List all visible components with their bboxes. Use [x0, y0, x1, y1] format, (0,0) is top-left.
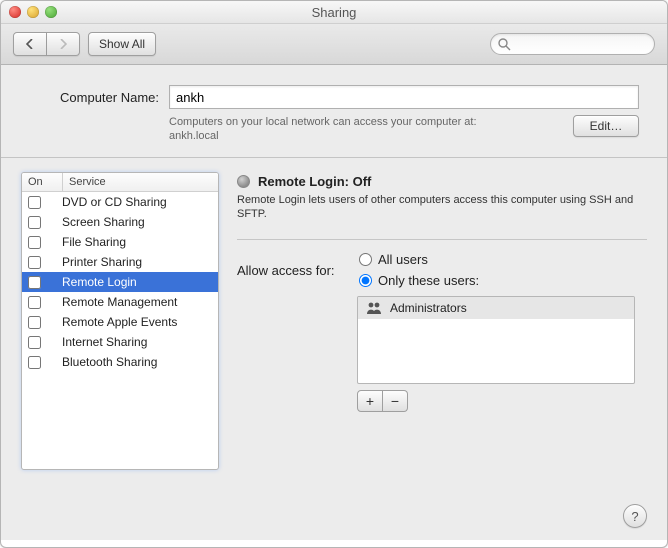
service-detail-panel: Remote Login: Off Remote Login lets user…	[237, 172, 647, 470]
allowed-user-row[interactable]: Administrators	[358, 297, 634, 319]
forward-button[interactable]	[47, 32, 80, 56]
all-users-label: All users	[378, 252, 428, 267]
local-hostname-hint: Computers on your local network can acce…	[169, 115, 557, 143]
back-button[interactable]	[13, 32, 47, 56]
allow-only-these-radio[interactable]: Only these users:	[359, 273, 479, 288]
add-user-button[interactable]: +	[357, 390, 383, 412]
chevron-left-icon	[26, 39, 34, 49]
service-row[interactable]: Printer Sharing	[22, 252, 218, 272]
search-input[interactable]	[490, 33, 655, 55]
service-label: Remote Apple Events	[56, 315, 218, 329]
service-enable-checkbox[interactable]	[28, 296, 41, 309]
allow-access-label: Allow access for:	[237, 263, 349, 278]
service-row[interactable]: Bluetooth Sharing	[22, 352, 218, 372]
service-enable-checkbox[interactable]	[28, 356, 41, 369]
service-label: Screen Sharing	[56, 215, 218, 229]
service-enable-checkbox[interactable]	[28, 316, 41, 329]
help-button[interactable]: ?	[623, 504, 647, 528]
computer-name-section: Computer Name: Computers on your local n…	[1, 65, 667, 158]
remove-user-button[interactable]: −	[383, 390, 408, 412]
divider	[237, 239, 647, 240]
services-list: On Service DVD or CD Sharing Screen Shari…	[21, 172, 219, 470]
service-enable-checkbox[interactable]	[28, 256, 41, 269]
search-field-wrap	[490, 33, 655, 55]
show-all-button[interactable]: Show All	[88, 32, 156, 56]
service-label: Printer Sharing	[56, 255, 218, 269]
service-row[interactable]: Remote Login	[22, 272, 218, 292]
chevron-right-icon	[59, 39, 67, 49]
zoom-window-button[interactable]	[45, 6, 57, 18]
only-these-users-label: Only these users:	[378, 273, 479, 288]
titlebar: Sharing	[1, 1, 667, 24]
user-add-remove-control: + −	[357, 390, 647, 412]
window-title: Sharing	[1, 5, 667, 20]
service-label: DVD or CD Sharing	[56, 195, 218, 209]
service-label: Remote Management	[56, 295, 218, 309]
allow-all-users-radio[interactable]: All users	[359, 252, 479, 267]
service-enable-checkbox[interactable]	[28, 276, 41, 289]
nav-back-forward	[13, 32, 80, 56]
service-label: Bluetooth Sharing	[56, 355, 218, 369]
service-enable-checkbox[interactable]	[28, 336, 41, 349]
allowed-user-name: Administrators	[390, 301, 467, 315]
window-controls	[1, 6, 57, 18]
services-list-header: On Service	[22, 173, 218, 192]
search-icon	[497, 37, 511, 51]
status-led-icon	[237, 175, 250, 188]
group-icon	[366, 301, 382, 315]
service-status-title: Remote Login: Off	[258, 174, 371, 189]
computer-name-field[interactable]	[169, 85, 639, 109]
sharing-prefpane-window: Sharing Show All Computer Name: Computer…	[0, 0, 668, 548]
edit-hostname-button[interactable]: Edit…	[573, 115, 639, 137]
service-row[interactable]: Internet Sharing	[22, 332, 218, 352]
close-window-button[interactable]	[9, 6, 21, 18]
col-service-header: Service	[63, 173, 218, 191]
service-row[interactable]: DVD or CD Sharing	[22, 192, 218, 212]
service-label: File Sharing	[56, 235, 218, 249]
service-row[interactable]: Remote Apple Events	[22, 312, 218, 332]
service-row[interactable]: File Sharing	[22, 232, 218, 252]
service-description: Remote Login lets users of other compute…	[237, 193, 647, 221]
toolbar: Show All	[1, 24, 667, 65]
service-row[interactable]: Remote Management	[22, 292, 218, 312]
service-row[interactable]: Screen Sharing	[22, 212, 218, 232]
service-enable-checkbox[interactable]	[28, 236, 41, 249]
content-area: On Service DVD or CD Sharing Screen Shari…	[1, 158, 667, 540]
col-on-header: On	[22, 173, 63, 191]
minimize-window-button[interactable]	[27, 6, 39, 18]
allowed-users-list[interactable]: Administrators	[357, 296, 635, 384]
service-label: Internet Sharing	[56, 335, 218, 349]
service-enable-checkbox[interactable]	[28, 216, 41, 229]
computer-name-label: Computer Name:	[29, 90, 169, 105]
service-enable-checkbox[interactable]	[28, 196, 41, 209]
service-label: Remote Login	[56, 275, 218, 289]
